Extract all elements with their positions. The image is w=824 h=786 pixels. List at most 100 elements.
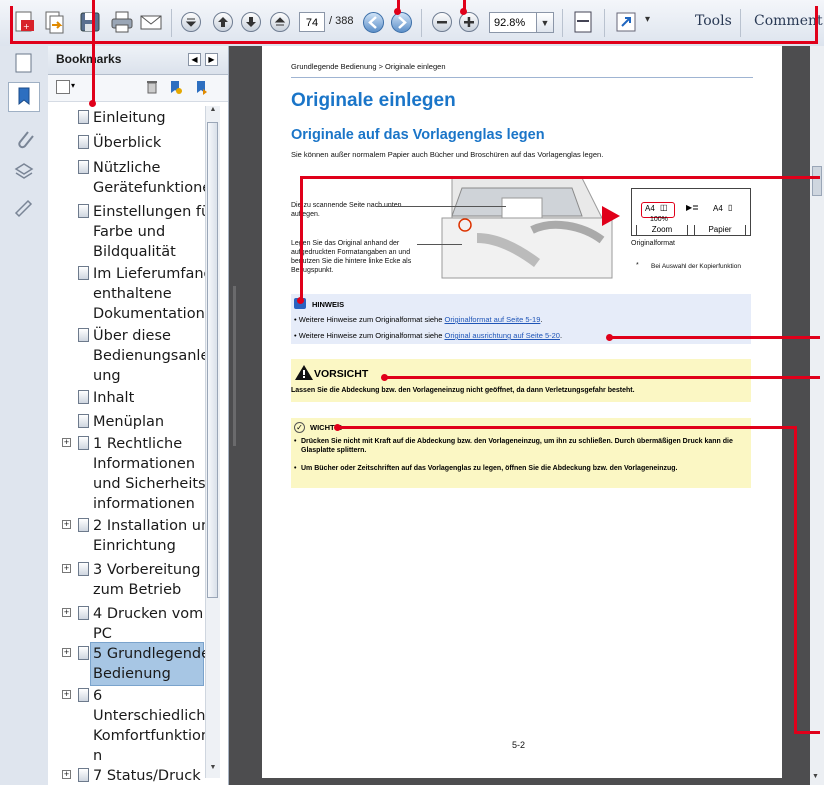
go-back-icon[interactable] bbox=[363, 12, 384, 33]
fit-page-icon[interactable] bbox=[571, 10, 595, 34]
bookmark-item[interactable]: 4 Drucken vom PC bbox=[93, 604, 205, 644]
zoom-out-icon[interactable] bbox=[432, 12, 452, 32]
bookmark-item[interactable]: 2 Installation und Einrichtung bbox=[93, 516, 219, 556]
expand-toggle-icon[interactable]: + bbox=[62, 564, 71, 573]
bookmark-item[interactable]: Menüplan bbox=[93, 412, 205, 432]
chevron-down-icon[interactable]: ▼ bbox=[536, 12, 554, 33]
email-icon[interactable] bbox=[139, 10, 163, 34]
annotation-dot bbox=[297, 297, 304, 304]
bookmark-page-icon bbox=[78, 606, 89, 620]
scrollbar-thumb[interactable] bbox=[207, 122, 218, 598]
divider bbox=[291, 77, 753, 78]
scrollbar-thumb[interactable] bbox=[812, 166, 822, 196]
comment-button[interactable]: Comment bbox=[754, 13, 823, 29]
page-title: Originale einlegen bbox=[291, 90, 456, 111]
originalformat-label: Originalformat bbox=[631, 240, 675, 247]
landscape-icon: ◫ bbox=[660, 203, 668, 212]
annotation-dot bbox=[394, 8, 401, 15]
bookmark-item[interactable]: 1 Rechtliche Informationen und Sicherheits… bbox=[93, 434, 211, 514]
figure-label-face-down: Die zu scannende Seite nach unten aufleg… bbox=[291, 202, 402, 218]
save-icon[interactable] bbox=[78, 10, 102, 34]
hinweis-item: • Weitere Hinweise zum Originalformat si… bbox=[294, 331, 562, 340]
wichtig-text: Drücken Sie nicht mit Kraft auf die Abde… bbox=[301, 438, 733, 454]
page-thumbnails-icon[interactable] bbox=[13, 52, 35, 74]
annotation-dot bbox=[89, 100, 96, 107]
splitter-grip[interactable] bbox=[233, 286, 236, 446]
bookmark-item[interactable]: Über diese Bedienungsanleit ung bbox=[93, 326, 219, 386]
hinweis-text: Weitere Hinweise zum Originalformat sieh… bbox=[298, 331, 443, 340]
section-title: Originale auf das Vorlagenglas legen bbox=[291, 127, 545, 143]
annotation-line bbox=[385, 376, 820, 379]
hinweis-link[interactable]: Originalformat auf Seite 5-19 bbox=[444, 315, 540, 324]
figure-label-placement: Legen Sie das Original anhand der aufged… bbox=[291, 240, 412, 274]
bookmark-item[interactable]: 6 Unterschiedliche Komfortfunktione n bbox=[93, 686, 219, 766]
print-icon[interactable] bbox=[110, 10, 134, 34]
warning-icon bbox=[294, 364, 314, 386]
bookmark-item[interactable]: 5 Grundlegende Bedienung bbox=[93, 644, 210, 684]
attachments-icon[interactable] bbox=[14, 128, 36, 150]
navigation-rail bbox=[0, 46, 49, 785]
expand-toggle-icon[interactable]: + bbox=[62, 690, 71, 699]
bookmarks-toolbar: ▾ bbox=[48, 75, 228, 102]
delete-icon[interactable] bbox=[146, 80, 158, 94]
annotation-dot bbox=[460, 8, 467, 15]
period: . bbox=[559, 331, 563, 340]
feeder-icon: ▶≣ bbox=[686, 203, 699, 212]
go-forward-icon[interactable] bbox=[391, 12, 412, 33]
combine-icon[interactable] bbox=[43, 10, 67, 34]
separator bbox=[421, 9, 422, 37]
annotation-line bbox=[10, 6, 13, 44]
bookmark-page-icon bbox=[78, 562, 89, 576]
expand-toggle-icon[interactable]: + bbox=[62, 520, 71, 529]
bookmark-item[interactable]: Einstellungen für Farbe und Bildqualität bbox=[93, 202, 216, 262]
bookmark-item[interactable]: Im Lieferumfang enthaltene Dokumentation bbox=[93, 264, 213, 324]
expand-toggle-icon[interactable]: + bbox=[62, 770, 71, 779]
bookmarks-scrollbar[interactable]: ▲ ▼ bbox=[205, 106, 220, 778]
expand-toggle-icon[interactable]: + bbox=[62, 438, 71, 447]
bookmarks-icon[interactable] bbox=[8, 82, 40, 112]
create-pdf-icon[interactable]: + bbox=[12, 10, 36, 34]
panel-percent: 100% bbox=[650, 216, 668, 223]
new-bookmark-icon[interactable] bbox=[168, 79, 182, 95]
tools-button[interactable]: Tools bbox=[695, 13, 732, 29]
svg-text:+: + bbox=[23, 22, 30, 31]
next-page-icon[interactable] bbox=[241, 12, 261, 32]
bookmark-item[interactable]: Überblick bbox=[93, 133, 205, 153]
scroll-down-icon[interactable]: ▼ bbox=[812, 773, 819, 780]
bookmark-item[interactable]: Nützliche Gerätefunktionen bbox=[93, 158, 220, 198]
bookmark-page-icon bbox=[78, 688, 89, 702]
hinweis-title: HINWEIS bbox=[312, 300, 345, 309]
hinweis-text: Weitere Hinweise zum Originalformat sieh… bbox=[298, 315, 443, 324]
bookmark-page-icon bbox=[78, 110, 89, 124]
expand-right-icon[interactable]: ▶ bbox=[205, 53, 218, 66]
scroll-down-icon[interactable]: ▼ bbox=[207, 764, 219, 777]
bookmark-item[interactable]: 3 Vorbereitung zum Betrieb bbox=[93, 560, 205, 600]
signatures-icon[interactable] bbox=[13, 196, 35, 218]
bookmark-item[interactable]: Einleitung bbox=[93, 108, 205, 128]
hinweis-link[interactable]: Original ausrichtung auf Seite 5-20 bbox=[444, 331, 560, 340]
bookmark-page-icon bbox=[78, 436, 89, 450]
more-icon[interactable]: ▾ bbox=[645, 14, 650, 25]
expand-toggle-icon[interactable]: + bbox=[62, 648, 71, 657]
bookmark-page-icon bbox=[78, 204, 89, 218]
annotation-line bbox=[92, 20, 95, 104]
options-icon[interactable] bbox=[56, 80, 70, 94]
zoom-in-icon[interactable] bbox=[459, 12, 479, 32]
document-scrollbar[interactable]: ▼ bbox=[810, 46, 824, 785]
bookmark-item[interactable]: Inhalt bbox=[93, 388, 205, 408]
layers-icon[interactable] bbox=[13, 160, 35, 182]
last-page-icon[interactable] bbox=[270, 12, 290, 32]
bookmark-page-icon bbox=[78, 518, 89, 532]
first-page-icon[interactable] bbox=[181, 12, 201, 32]
pdf-page: Grundlegende Bedienung > Originale einle… bbox=[262, 46, 782, 778]
expand-bookmark-icon[interactable] bbox=[194, 79, 208, 95]
previous-page-icon[interactable] bbox=[213, 12, 233, 32]
collapse-left-icon[interactable]: ◀ bbox=[188, 53, 201, 66]
options-dropdown-icon[interactable]: ▾ bbox=[71, 81, 75, 90]
bookmark-page-icon bbox=[78, 328, 89, 342]
fullscreen-icon[interactable] bbox=[614, 10, 638, 34]
scroll-up-icon[interactable]: ▲ bbox=[207, 106, 219, 119]
bookmark-item[interactable]: 7 Status/Druck bbox=[93, 766, 205, 786]
page-number-input[interactable]: 74 bbox=[299, 12, 325, 32]
expand-toggle-icon[interactable]: + bbox=[62, 608, 71, 617]
